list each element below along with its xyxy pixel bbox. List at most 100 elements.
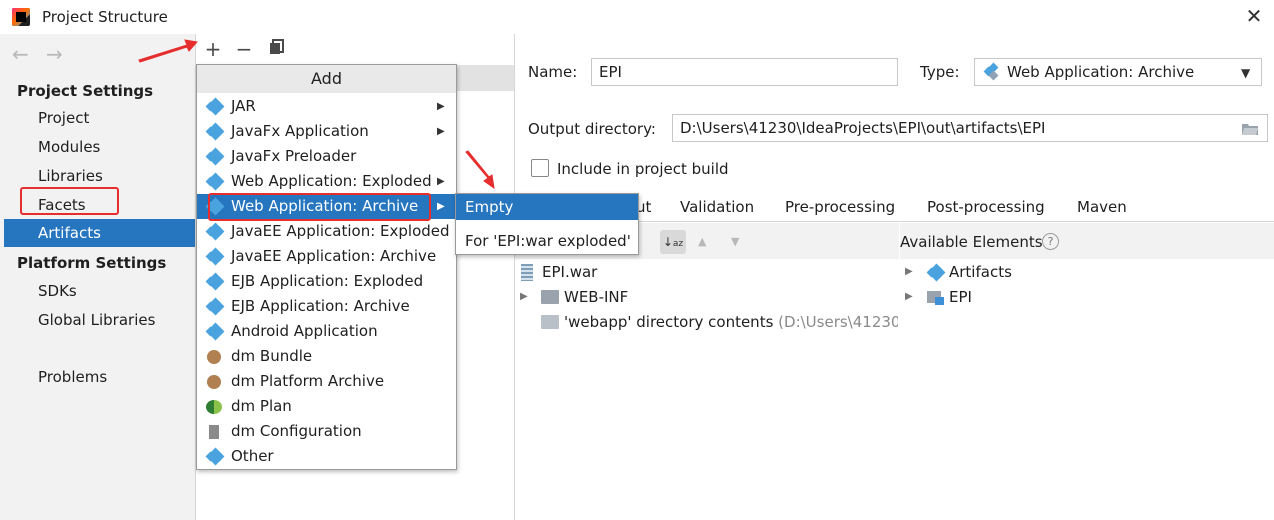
menu-item-web-application-exploded[interactable]: Web Application: Exploded ▶ bbox=[197, 169, 456, 194]
menu-item-javafx-preloader[interactable]: JavaFx Preloader bbox=[197, 144, 456, 169]
forward-icon[interactable]: → bbox=[46, 42, 63, 66]
nav-item-libraries[interactable]: Libraries bbox=[4, 162, 195, 190]
close-icon[interactable]: ✕ bbox=[1244, 6, 1264, 26]
folder-icon[interactable] bbox=[1241, 122, 1259, 136]
submenu-item-for-exploded[interactable]: For 'EPI:war exploded' bbox=[456, 228, 638, 254]
annotation-arrow-add bbox=[138, 39, 198, 63]
artifacts-highlight-box bbox=[20, 187, 119, 215]
remove-icon[interactable]: − bbox=[233, 38, 255, 60]
tab-post-processing[interactable]: Post-processing bbox=[927, 198, 1045, 216]
back-icon[interactable]: ← bbox=[12, 42, 29, 66]
expand-arrow-icon[interactable]: ▶ bbox=[520, 291, 528, 302]
menu-item-dm-platform-archive[interactable]: dm Platform Archive bbox=[197, 369, 456, 394]
menu-item-label: JavaEE Application: Archive bbox=[231, 247, 437, 265]
webapp-contents-path: (D:\Users\41230\I bbox=[778, 313, 898, 331]
nav-item-sdks[interactable]: SDKs bbox=[4, 277, 195, 305]
window-title: Project Structure bbox=[42, 8, 168, 26]
menu-item-ejb-application-exploded[interactable]: EJB Application: Exploded bbox=[197, 269, 456, 294]
tab-validation[interactable]: Validation bbox=[680, 198, 754, 216]
menu-item-android-application[interactable]: Android Application bbox=[197, 319, 456, 344]
type-select[interactable]: Web Application: Archive bbox=[974, 58, 1262, 86]
move-down-icon[interactable]: ▼ bbox=[731, 235, 739, 248]
menu-item-javaee-application-archive[interactable]: JavaEE Application: Archive bbox=[197, 244, 456, 269]
web-archive-submenu: Empty For 'EPI:war exploded' bbox=[455, 193, 639, 255]
chevron-down-icon[interactable]: ▼ bbox=[1241, 66, 1250, 80]
tab-maven[interactable]: Maven bbox=[1077, 198, 1127, 216]
submenu-arrow-icon: ▶ bbox=[437, 126, 445, 137]
menu-item-label: dm Bundle bbox=[231, 347, 313, 365]
nav-item-project[interactable]: Project bbox=[4, 104, 195, 132]
expand-arrow-icon[interactable]: ▶ bbox=[905, 266, 913, 277]
nav-item-global-libraries[interactable]: Global Libraries bbox=[4, 306, 195, 334]
tree-item-web-inf[interactable]: WEB-INF bbox=[564, 288, 628, 306]
menu-item-javafx-application[interactable]: JavaFx Application ▶ bbox=[197, 119, 456, 144]
output-directory-label: Output directory: bbox=[528, 120, 656, 138]
add-artifact-menu: Add JAR ▶ JavaFx Application ▶ JavaFx Preloa… bbox=[196, 64, 457, 470]
sort-icon[interactable]: ↓az bbox=[660, 230, 686, 254]
menu-item-label: dm Platform Archive bbox=[231, 372, 385, 390]
dm-plan-icon bbox=[206, 399, 222, 415]
artifacts-toolbar: + − bbox=[196, 34, 514, 64]
include-in-build-checkbox[interactable] bbox=[531, 159, 549, 177]
type-label: Type: bbox=[920, 63, 960, 81]
folder-icon bbox=[541, 315, 559, 329]
menu-item-ejb-application-archive[interactable]: EJB Application: Archive bbox=[197, 294, 456, 319]
war-archive-icon bbox=[521, 264, 533, 281]
tree-item-webapp-contents[interactable]: 'webapp' directory contents (D:\Users\41… bbox=[564, 313, 898, 331]
add-icon[interactable]: + bbox=[202, 38, 224, 60]
menu-item-label: EJB Application: Exploded bbox=[231, 272, 424, 290]
menu-item-dm-configuration[interactable]: dm Configuration bbox=[197, 419, 456, 444]
available-item-epi[interactable]: EPI bbox=[949, 288, 972, 306]
move-up-icon[interactable]: ▲ bbox=[698, 235, 706, 248]
dm-configuration-icon bbox=[206, 424, 222, 440]
left-nav-panel: ← → Project Settings Project Modules Lib… bbox=[0, 34, 196, 520]
panel-divider bbox=[514, 34, 515, 520]
menu-item-label: JavaEE Application: Exploded bbox=[231, 222, 450, 240]
submenu-arrow-icon: ▶ bbox=[437, 201, 445, 212]
tree-root-epi-war[interactable]: EPI.war bbox=[542, 263, 597, 281]
dm-platform-archive-icon bbox=[206, 374, 222, 390]
ejb-archive-icon bbox=[205, 297, 225, 316]
other-icon bbox=[205, 447, 225, 466]
javafx-icon bbox=[205, 147, 225, 166]
title-bar: Project Structure ✕ bbox=[0, 0, 1274, 34]
menu-item-other[interactable]: Other bbox=[197, 444, 456, 469]
output-directory-field[interactable]: D:\Users\41230\IdeaProjects\EPI\out\arti… bbox=[672, 114, 1268, 142]
menu-item-dm-bundle[interactable]: dm Bundle bbox=[197, 344, 456, 369]
menu-item-label: dm Plan bbox=[231, 397, 292, 415]
android-icon bbox=[205, 322, 225, 341]
menu-item-javaee-application-exploded[interactable]: JavaEE Application: Exploded bbox=[197, 219, 456, 244]
tab-pre-processing[interactable]: Pre-processing bbox=[785, 198, 895, 216]
folder-icon bbox=[541, 290, 559, 304]
nav-item-modules[interactable]: Modules bbox=[4, 133, 195, 161]
help-icon[interactable]: ? bbox=[1042, 233, 1059, 250]
ejb-exploded-icon bbox=[205, 272, 225, 291]
available-item-artifacts[interactable]: Artifacts bbox=[949, 263, 1012, 281]
expand-arrow-icon[interactable]: ▶ bbox=[905, 291, 913, 302]
nav-item-problems[interactable]: Problems bbox=[4, 363, 195, 391]
project-settings-header: Project Settings bbox=[17, 82, 154, 100]
submenu-arrow-icon: ▶ bbox=[437, 101, 445, 112]
menu-item-label: dm Configuration bbox=[231, 422, 362, 440]
menu-item-jar[interactable]: JAR ▶ bbox=[197, 94, 456, 119]
menu-item-label: EJB Application: Archive bbox=[231, 297, 410, 315]
menu-item-dm-plan[interactable]: dm Plan bbox=[197, 394, 456, 419]
menu-item-label: JAR bbox=[231, 97, 256, 115]
submenu-arrow-icon: ▶ bbox=[437, 176, 445, 187]
submenu-item-empty[interactable]: Empty bbox=[456, 194, 638, 220]
include-in-build-label[interactable]: Include in project build bbox=[557, 160, 729, 178]
menu-item-label: JavaFx Preloader bbox=[231, 147, 357, 165]
copy-icon[interactable] bbox=[266, 38, 288, 60]
menu-item-label: JavaFx Application bbox=[231, 122, 369, 140]
menu-item-label: Web Application: Exploded bbox=[231, 172, 432, 190]
web-exploded-icon bbox=[205, 172, 225, 191]
javafx-icon bbox=[205, 122, 225, 141]
artifacts-icon bbox=[926, 263, 946, 282]
name-field[interactable]: EPI bbox=[591, 58, 898, 86]
dm-bundle-icon bbox=[206, 349, 222, 365]
menu-item-label: Other bbox=[231, 447, 274, 465]
nav-item-artifacts[interactable]: Artifacts bbox=[4, 219, 195, 247]
intellij-icon bbox=[12, 8, 30, 26]
web-archive-icon bbox=[983, 62, 1000, 81]
name-label: Name: bbox=[528, 63, 578, 81]
